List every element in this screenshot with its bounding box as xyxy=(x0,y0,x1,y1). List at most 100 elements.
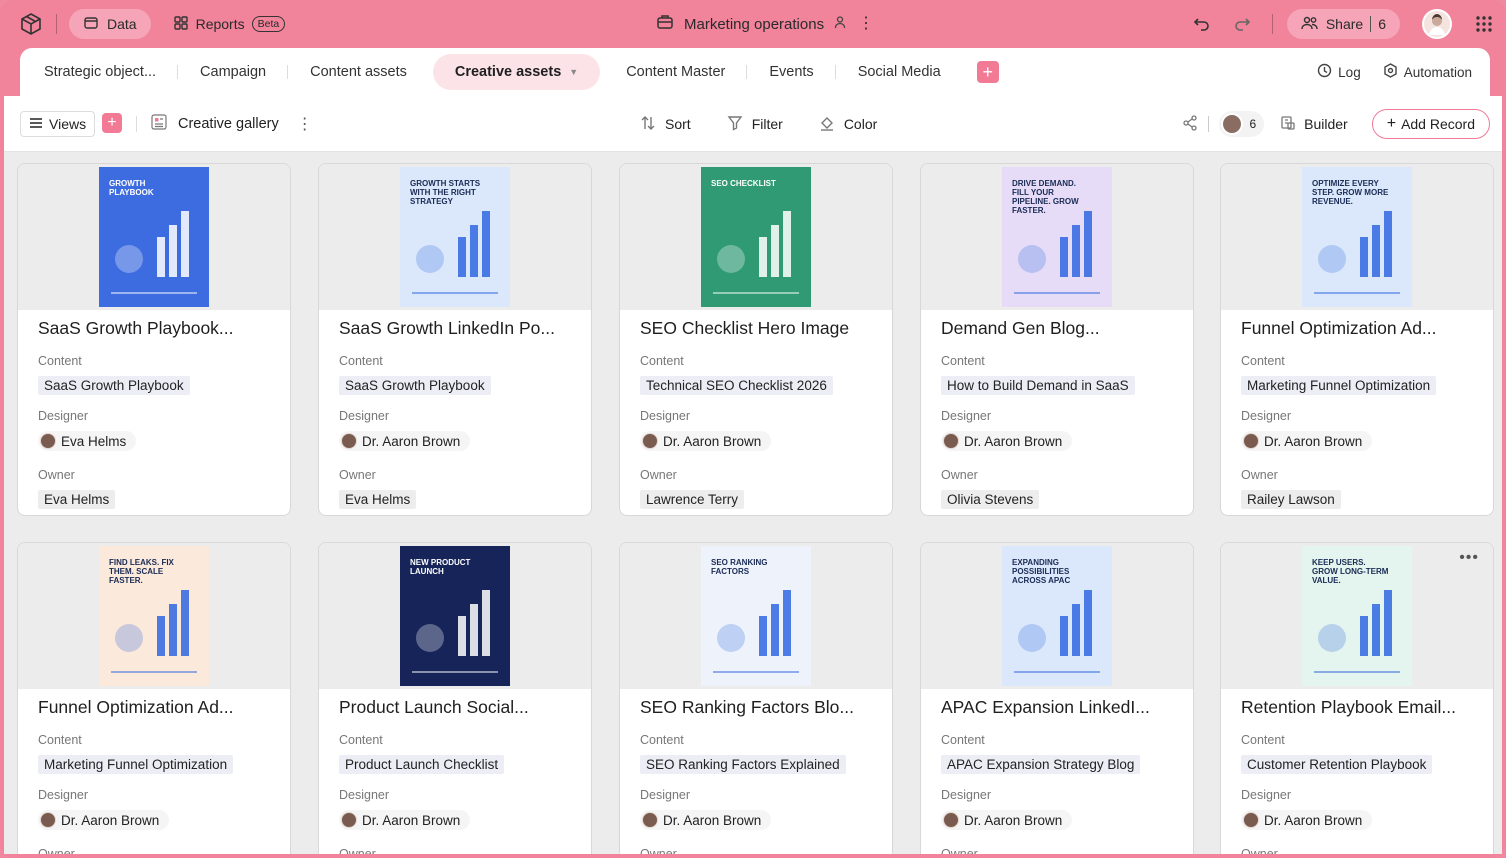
add-view-button[interactable]: + xyxy=(102,113,122,133)
content-link-chip[interactable]: Technical SEO Checklist 2026 xyxy=(640,376,833,395)
share-button[interactable]: Share 6 xyxy=(1286,9,1400,39)
designer-chip[interactable]: Dr. Aaron Brown xyxy=(38,810,170,830)
designer-chip[interactable]: Dr. Aaron Brown xyxy=(640,431,772,451)
owner-chip[interactable]: Olivia Stevens xyxy=(941,490,1040,509)
content-link-chip[interactable]: SaaS Growth Playbook xyxy=(339,376,491,395)
sort-button[interactable]: Sort xyxy=(640,115,691,134)
undo-icon[interactable] xyxy=(1188,10,1216,38)
collaborators[interactable]: 6 xyxy=(1219,111,1265,137)
color-label: Color xyxy=(843,116,878,132)
content-link-chip[interactable]: SaaS Growth Playbook xyxy=(38,376,190,395)
field-label-designer: Designer xyxy=(339,788,390,802)
user-icon[interactable] xyxy=(834,15,848,33)
paint-bucket-icon xyxy=(819,115,835,134)
workspace-title: Marketing operations xyxy=(684,15,825,33)
more-horizontal-icon[interactable]: ••• xyxy=(1459,549,1479,567)
log-button[interactable]: Log xyxy=(1317,63,1361,81)
gallery-card[interactable]: SEO ranking factors SEO Ranking Factors B… xyxy=(619,542,893,854)
content-link-chip[interactable]: Product Launch Checklist xyxy=(339,755,505,774)
users-icon xyxy=(1301,16,1319,33)
gallery-card[interactable]: Optimize every step. Grow more revenue. F… xyxy=(1220,163,1494,516)
add-tab-button[interactable]: + xyxy=(976,61,999,83)
automation-button[interactable]: Automation xyxy=(1383,63,1472,81)
field-label-owner: Owner xyxy=(941,847,978,854)
card-cover: Keep users. Grow long-term value. xyxy=(1221,543,1493,689)
tab-social-media[interactable]: Social Media xyxy=(836,48,963,96)
tab-strategic-objectives[interactable]: Strategic object... xyxy=(20,48,179,96)
owner-chip[interactable]: Eva Helms xyxy=(38,490,116,509)
owner-chip[interactable]: Lawrence Terry xyxy=(640,490,745,509)
share-label: Share xyxy=(1325,16,1364,32)
collaborator-count: 6 xyxy=(1249,117,1257,131)
field-label-content: Content xyxy=(941,354,985,368)
color-button[interactable]: Color xyxy=(819,115,877,134)
card-title: Demand Gen Blog... xyxy=(941,318,1100,338)
box-logo-icon[interactable] xyxy=(18,11,44,37)
gallery-card[interactable]: Find leaks. Fix them. Scale faster. Funne… xyxy=(17,542,291,854)
tab-creative-assets[interactable]: Creative assets ▼ xyxy=(432,54,601,90)
tab-label: Content assets xyxy=(310,64,407,80)
filter-label: Filter xyxy=(751,116,783,132)
avatar[interactable] xyxy=(1422,9,1452,39)
gallery-card[interactable]: Growth Playbook SaaS Growth Playbook... Co… xyxy=(17,163,291,516)
card-title: Funnel Optimization Ad... xyxy=(38,697,234,717)
briefcase-icon xyxy=(656,13,674,35)
designer-chip[interactable]: Dr. Aaron Brown xyxy=(941,810,1073,830)
designer-chip[interactable]: Dr. Aaron Brown xyxy=(1241,431,1373,451)
designer-chip[interactable]: Dr. Aaron Brown xyxy=(941,431,1073,451)
field-label-owner: Owner xyxy=(1241,847,1278,854)
content-link-chip[interactable]: Marketing Funnel Optimization xyxy=(1241,376,1437,395)
designer-chip[interactable]: Dr. Aaron Brown xyxy=(339,431,471,451)
field-label-content: Content xyxy=(1241,733,1285,747)
cover-image: Keep users. Grow long-term value. xyxy=(1302,546,1412,686)
gallery-card[interactable]: SEO Checklist SEO Checklist Hero Image Con… xyxy=(619,163,893,516)
log-label: Log xyxy=(1338,64,1361,80)
data-button[interactable]: Data xyxy=(69,9,151,39)
card-title: Funnel Optimization Ad... xyxy=(1241,318,1437,338)
content-link-chip[interactable]: APAC Expansion Strategy Blog xyxy=(941,755,1141,774)
card-title: Retention Playbook Email... xyxy=(1241,697,1456,717)
content-link-chip[interactable]: How to Build Demand in SaaS xyxy=(941,376,1135,395)
more-vertical-icon[interactable]: ⋮ xyxy=(297,114,313,134)
table-tabs: Strategic object... Campaign Content ass… xyxy=(20,48,1490,96)
designer-chip[interactable]: Dr. Aaron Brown xyxy=(640,810,772,830)
designer-chip[interactable]: Dr. Aaron Brown xyxy=(1241,810,1373,830)
field-label-content: Content xyxy=(941,733,985,747)
more-vertical-icon[interactable]: ⋮ xyxy=(858,16,874,32)
content-link-chip[interactable]: SEO Ranking Factors Explained xyxy=(640,755,846,774)
avatar xyxy=(1243,433,1259,449)
current-view[interactable]: Creative gallery ⋮ xyxy=(150,110,313,138)
card-cover: SEO ranking factors xyxy=(620,543,892,689)
owner-chip[interactable]: Eva Helms xyxy=(339,490,417,509)
card-title: SEO Ranking Factors Blo... xyxy=(640,697,854,717)
chevron-down-icon[interactable]: ▼ xyxy=(569,67,578,77)
tab-content-master[interactable]: Content Master xyxy=(604,48,748,96)
field-label-content: Content xyxy=(640,354,684,368)
builder-button[interactable]: Builder xyxy=(1280,115,1348,134)
filter-button[interactable]: Filter xyxy=(727,115,783,134)
tab-content-assets[interactable]: Content assets xyxy=(288,48,429,96)
share-graph-icon[interactable] xyxy=(1182,114,1198,134)
gallery-card[interactable]: Growth starts with the right strategy Saa… xyxy=(318,163,592,516)
workspace-title-area[interactable]: Marketing operations ⋮ xyxy=(656,10,874,38)
designer-chip[interactable]: Eva Helms xyxy=(38,431,137,451)
designer-chip[interactable]: Dr. Aaron Brown xyxy=(339,810,471,830)
add-record-button[interactable]: + Add Record xyxy=(1371,109,1490,139)
gallery-card[interactable]: Drive demand. Fill your pipeline. Grow f… xyxy=(920,163,1194,516)
owner-chip[interactable]: Railey Lawson xyxy=(1241,490,1341,509)
gallery-card[interactable]: New product launch Product Launch Social.… xyxy=(318,542,592,854)
views-button[interactable]: Views xyxy=(20,111,96,137)
content-link-chip[interactable]: Customer Retention Playbook xyxy=(1241,755,1433,774)
apps-grid-icon[interactable] xyxy=(1470,10,1498,38)
field-label-designer: Designer xyxy=(941,409,992,423)
cover-illustration xyxy=(111,211,197,294)
redo-icon[interactable] xyxy=(1228,10,1256,38)
tab-events[interactable]: Events xyxy=(747,48,837,96)
builder-label: Builder xyxy=(1304,116,1348,132)
reports-button[interactable]: Reports Beta xyxy=(173,15,286,34)
gallery-card[interactable]: Expanding possibilities across APAC APAC … xyxy=(920,542,1194,854)
gallery-card[interactable]: Keep users. Grow long-term value. Retenti… xyxy=(1220,542,1494,854)
content-link-chip[interactable]: Marketing Funnel Optimization xyxy=(38,755,234,774)
clock-icon xyxy=(1317,63,1332,81)
tab-campaign[interactable]: Campaign xyxy=(178,48,289,96)
